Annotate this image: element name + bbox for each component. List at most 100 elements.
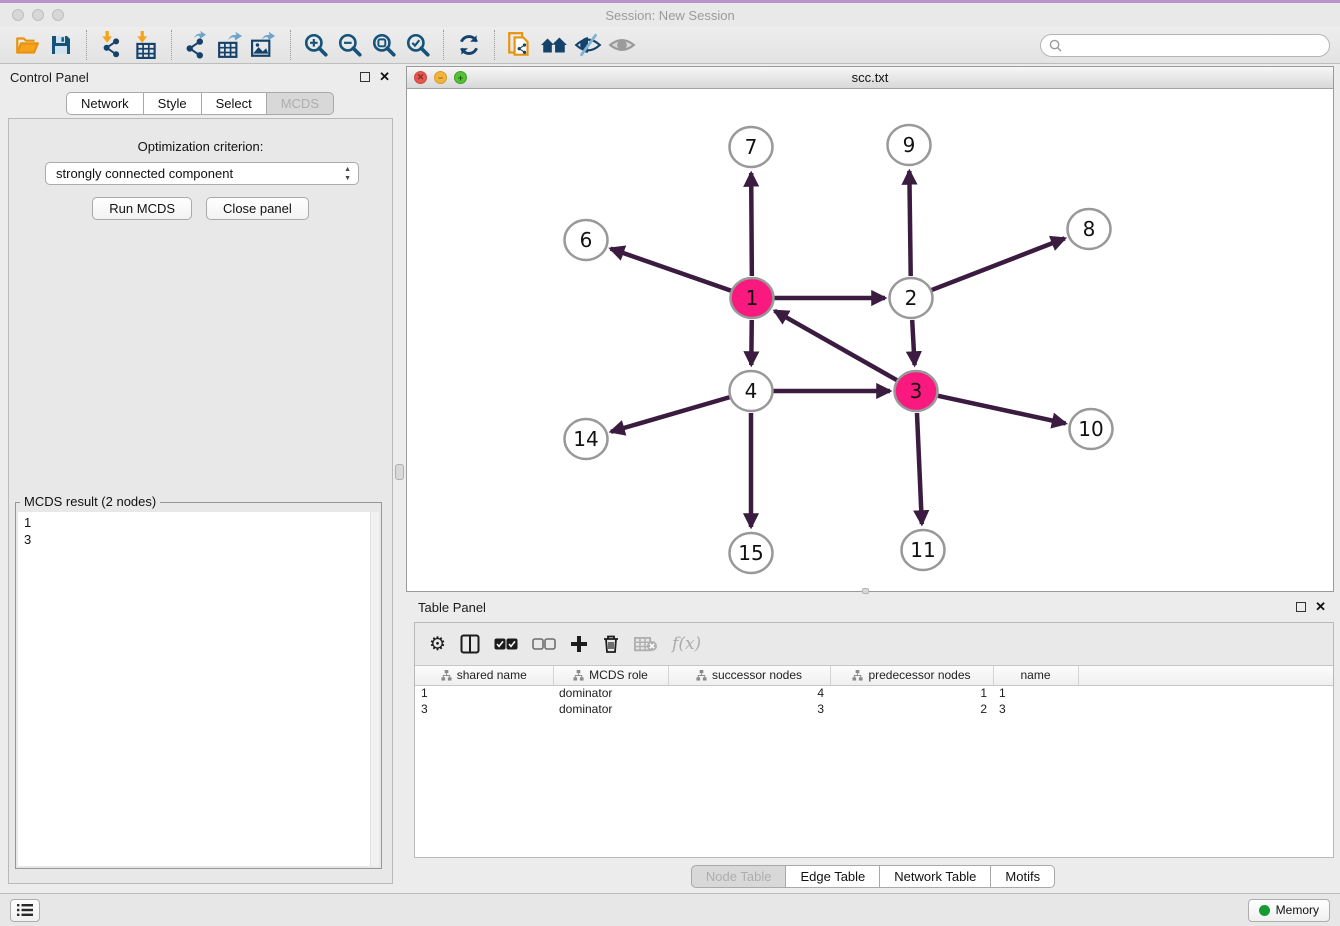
delete-column-icon[interactable] xyxy=(602,634,620,654)
graph-edge-3-1[interactable] xyxy=(775,311,897,380)
tab-edge-table[interactable]: Edge Table xyxy=(786,865,880,888)
column-tree-icon xyxy=(696,670,707,681)
tab-node-table[interactable]: Node Table xyxy=(691,865,787,888)
memory-button[interactable]: Memory xyxy=(1248,899,1330,922)
run-mcds-button[interactable]: Run MCDS xyxy=(92,197,192,220)
graph-node-label-3: 3 xyxy=(910,379,923,403)
graph-node-label-7: 7 xyxy=(745,135,758,159)
search-icon xyxy=(1049,39,1062,52)
tab-select[interactable]: Select xyxy=(202,92,267,115)
network-view-window: scc.txt ✕ − + 7968124314101511 xyxy=(406,66,1334,592)
main-toolbar xyxy=(0,27,1340,64)
tab-mcds[interactable]: MCDS xyxy=(267,92,334,115)
close-panel-button[interactable]: Close panel xyxy=(206,197,309,220)
zoom-out-icon[interactable] xyxy=(333,30,367,60)
column-pane-icon[interactable] xyxy=(460,634,480,654)
memory-label: Memory xyxy=(1276,903,1319,917)
table-settings-icon[interactable]: ⚙ xyxy=(429,633,446,656)
graph-edge-2-9[interactable] xyxy=(909,171,910,276)
zoom-fit-icon[interactable] xyxy=(367,30,401,60)
table-close-panel-icon[interactable]: ✕ xyxy=(1315,602,1326,612)
column-predecessor-nodes[interactable]: predecessor nodes xyxy=(830,666,993,685)
export-network-icon[interactable] xyxy=(180,30,214,60)
graph-edge-4-14[interactable] xyxy=(611,397,730,432)
zoom-selected-icon[interactable] xyxy=(401,30,435,60)
graph-edge-2-3[interactable] xyxy=(912,320,914,365)
network-canvas[interactable]: 7968124314101511 xyxy=(407,89,1333,591)
show-all-icon[interactable] xyxy=(605,30,639,60)
column-mcds-role[interactable]: MCDS role xyxy=(553,666,668,685)
graph-node-label-11: 11 xyxy=(910,538,935,562)
network-graph: 7968124314101511 xyxy=(407,89,1333,592)
graph-node-label-4: 4 xyxy=(745,379,758,403)
tab-style[interactable]: Style xyxy=(144,92,202,115)
mcds-result-text[interactable]: 1 3 xyxy=(18,512,379,866)
criterion-value: strongly connected component xyxy=(56,166,233,181)
control-panel: Control Panel ✕ Network Style Select MCD… xyxy=(0,64,400,893)
apply-layout-icon[interactable] xyxy=(452,30,486,60)
splitter-handle[interactable] xyxy=(395,464,404,480)
toolbar-separator xyxy=(86,30,87,60)
table-panel: Table Panel ✕ ⚙ f(x) xyxy=(406,594,1340,893)
export-image-icon[interactable] xyxy=(248,30,282,60)
column-name[interactable]: name xyxy=(993,666,1078,685)
select-all-icon[interactable] xyxy=(494,638,518,650)
save-session-icon[interactable] xyxy=(44,30,78,60)
function-builder-icon[interactable]: f(x) xyxy=(672,634,701,654)
toolbar-separator xyxy=(443,30,444,60)
tab-network-table[interactable]: Network Table xyxy=(880,865,991,888)
graph-edge-2-8[interactable] xyxy=(932,238,1065,290)
graph-edge-3-10[interactable] xyxy=(937,396,1065,424)
search-box[interactable] xyxy=(1040,34,1330,57)
tab-network[interactable]: Network xyxy=(66,92,144,115)
criterion-select[interactable]: strongly connected component ▲▼ xyxy=(45,162,359,185)
column-successor-nodes[interactable]: successor nodes xyxy=(668,666,830,685)
clone-network-icon[interactable] xyxy=(503,30,537,60)
table-float-panel-icon[interactable] xyxy=(1296,602,1306,612)
control-panel-tabs: Network Style Select MCDS xyxy=(0,92,400,115)
table-row[interactable]: 1dominator 41 1 xyxy=(415,685,1333,701)
toolbar-separator xyxy=(494,30,495,60)
zoom-in-icon[interactable] xyxy=(299,30,333,60)
column-shared-name[interactable]: shared name xyxy=(415,666,553,685)
task-history-button[interactable] xyxy=(10,899,40,922)
network-window-title: scc.txt xyxy=(407,70,1333,85)
tab-motifs[interactable]: Motifs xyxy=(991,865,1055,888)
column-tree-icon xyxy=(852,670,863,681)
graph-node-label-15: 15 xyxy=(738,541,763,565)
mcds-result-title: MCDS result (2 nodes) xyxy=(20,494,160,509)
node-table: shared name MCDS role successor nodes pr… xyxy=(415,665,1333,857)
memory-status-icon xyxy=(1259,905,1270,916)
graph-node-label-8: 8 xyxy=(1083,217,1096,241)
mcds-panel: Optimization criterion: strongly connect… xyxy=(8,118,393,884)
graph-edge-1-6[interactable] xyxy=(611,249,732,291)
search-input[interactable] xyxy=(1067,38,1321,52)
add-column-icon[interactable] xyxy=(570,635,588,653)
deselect-all-icon[interactable] xyxy=(532,638,556,650)
float-panel-icon[interactable] xyxy=(360,72,370,82)
graph-node-label-10: 10 xyxy=(1078,417,1103,441)
result-scrollbar[interactable] xyxy=(370,512,379,866)
graph-edge-3-11[interactable] xyxy=(917,413,922,524)
first-neighbors-icon[interactable] xyxy=(537,30,571,60)
graph-node-label-6: 6 xyxy=(580,228,593,252)
import-table-icon[interactable] xyxy=(129,30,163,60)
list-icon xyxy=(17,903,33,917)
table-toolbar: ⚙ f(x) xyxy=(415,623,1333,665)
network-window-titlebar[interactable]: scc.txt ✕ − + xyxy=(407,67,1333,89)
open-file-icon[interactable] xyxy=(10,30,44,60)
table-header-row: shared name MCDS role successor nodes pr… xyxy=(415,666,1333,685)
graph-node-label-2: 2 xyxy=(905,286,918,310)
table-panel-title: Table Panel xyxy=(418,600,486,615)
import-network-icon[interactable] xyxy=(95,30,129,60)
table-row[interactable]: 3dominator 32 3 xyxy=(415,701,1333,717)
hide-selected-icon[interactable] xyxy=(571,30,605,60)
delete-table-icon[interactable] xyxy=(634,636,658,652)
close-panel-icon[interactable]: ✕ xyxy=(379,72,390,82)
graph-node-label-9: 9 xyxy=(903,133,916,157)
graph-edge-1-7[interactable] xyxy=(751,173,752,276)
optimization-criterion-label: Optimization criterion: xyxy=(9,139,392,154)
graph-node-label-1: 1 xyxy=(746,286,759,310)
column-filler xyxy=(1078,666,1333,685)
export-table-icon[interactable] xyxy=(214,30,248,60)
